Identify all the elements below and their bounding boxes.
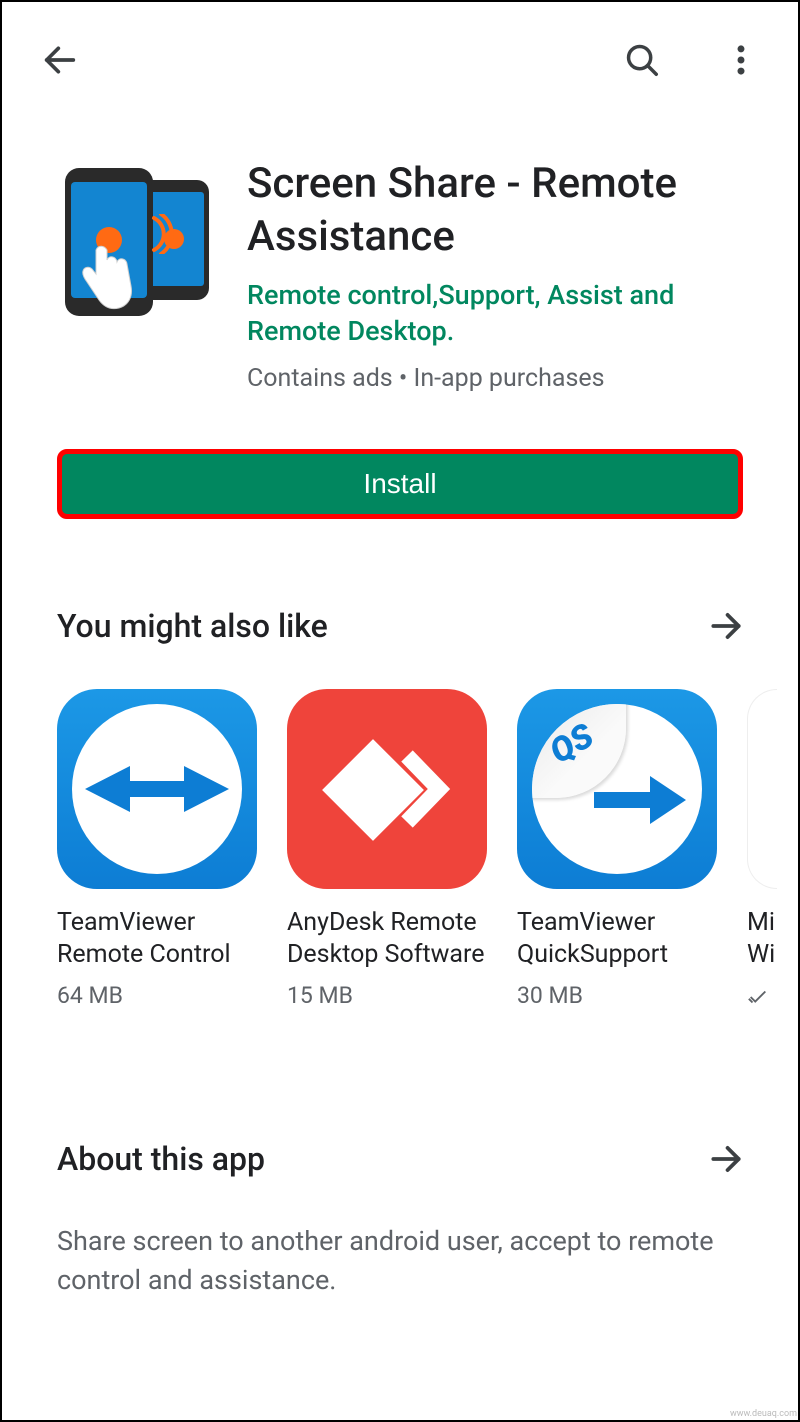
app-monetization-info: Contains ads • In-app purchases — [247, 364, 758, 393]
arrow-forward-icon — [707, 607, 745, 645]
install-button[interactable]: Install — [57, 449, 743, 519]
more-options-button[interactable] — [714, 33, 768, 87]
suggestion-app-icon — [287, 689, 487, 889]
app-header-section: Screen Share - Remote Assistance Remote … — [2, 98, 798, 413]
suggestion-app-size: 15 MB — [287, 982, 487, 1009]
suggestion-app-icon — [747, 689, 777, 889]
app-header-bar — [2, 2, 798, 98]
about-more-button[interactable] — [699, 1132, 753, 1186]
suggestion-app-name: AnyDesk Remote Desktop Software — [287, 907, 487, 972]
suggestion-app-icon: QS — [517, 689, 717, 889]
verified-icon — [747, 986, 769, 1008]
arrow-back-icon — [40, 40, 80, 80]
suggestion-app-name: TeamViewer Remote Control — [57, 907, 257, 972]
suggestion-card[interactable]: AnyDesk Remote Desktop Software 15 MB — [287, 689, 487, 1012]
app-title: Screen Share - Remote Assistance — [247, 158, 758, 263]
suggestion-card[interactable]: Mi Wi — [747, 689, 777, 1012]
suggestions-heading: You might also like — [57, 607, 328, 645]
back-button[interactable] — [32, 32, 88, 88]
about-heading: About this app — [57, 1140, 265, 1178]
suggestion-app-name: Mi Wi — [747, 907, 777, 972]
suggestion-app-size: 30 MB — [517, 982, 717, 1009]
suggestion-app-icon — [57, 689, 257, 889]
about-section: About this app Share screen to another a… — [2, 1012, 798, 1300]
app-icon — [57, 158, 217, 318]
suggestions-more-button[interactable] — [699, 599, 753, 653]
watermark: www.deuaq.com — [730, 1409, 797, 1419]
arrow-forward-icon — [707, 1140, 745, 1178]
app-developer-link[interactable]: Remote control,Support, Assist and Remot… — [247, 277, 758, 350]
suggestion-card[interactable]: TeamViewer Remote Control 64 MB — [57, 689, 257, 1012]
suggestions-list[interactable]: TeamViewer Remote Control 64 MB AnyDesk … — [57, 689, 798, 1012]
about-description: Share screen to another android user, ac… — [57, 1222, 798, 1300]
suggestion-card[interactable]: QS TeamViewer QuickSupport 30 MB — [517, 689, 717, 1012]
suggestion-app-name: TeamViewer QuickSupport — [517, 907, 717, 972]
more-vert-icon — [722, 41, 760, 79]
search-button[interactable] — [615, 33, 669, 87]
search-icon — [623, 41, 661, 79]
suggestions-section: You might also like TeamViewer Remote Co… — [2, 539, 798, 1012]
suggestion-app-size: 64 MB — [57, 982, 257, 1009]
